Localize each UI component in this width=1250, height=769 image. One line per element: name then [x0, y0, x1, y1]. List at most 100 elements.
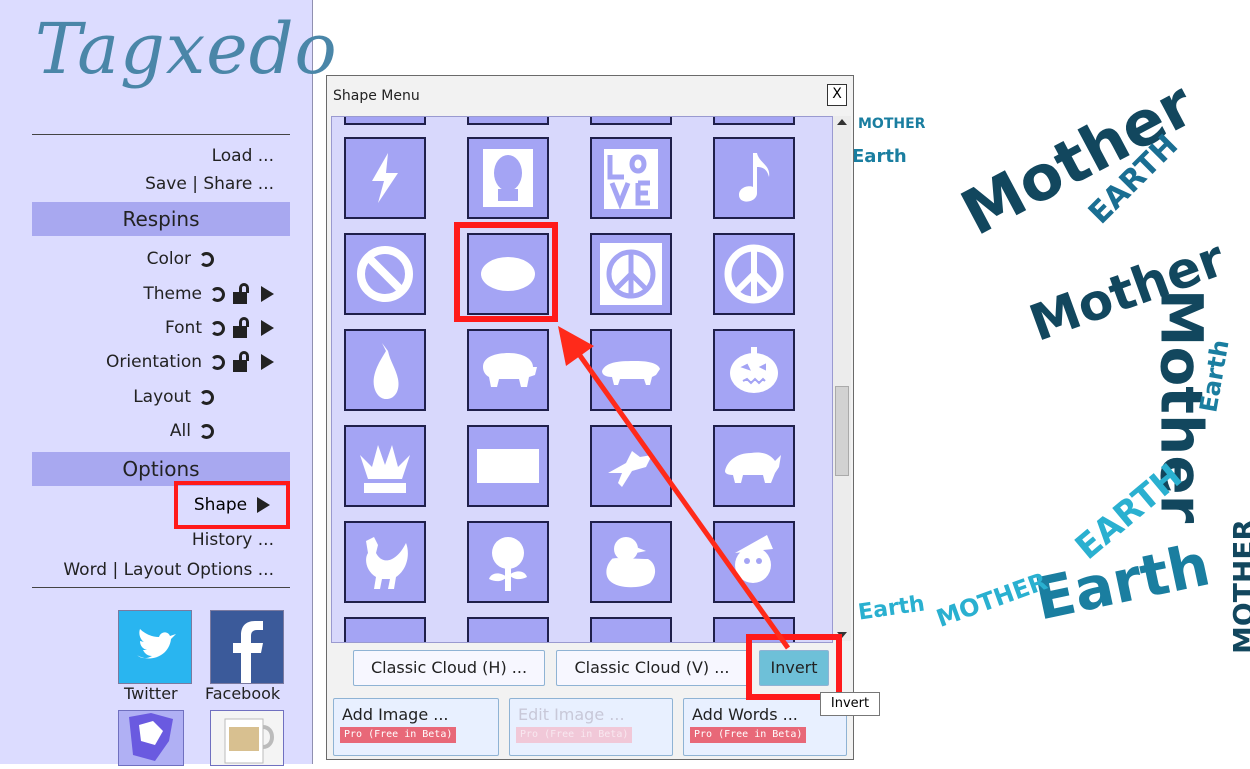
twitter-bird-icon [137, 629, 176, 659]
cloud-word: MOTHER [858, 116, 926, 132]
mug-product-thumbnail[interactable] [210, 710, 284, 766]
peace-circle-icon [724, 244, 784, 304]
scrollbar-thumb[interactable] [835, 386, 849, 476]
rooster-icon [366, 537, 408, 589]
edit-image-label: Edit Image ... [518, 705, 625, 724]
respin-orientation[interactable]: Orientation [106, 349, 274, 375]
shape-tile[interactable] [344, 329, 426, 411]
shape-tile[interactable] [713, 521, 795, 603]
shape-tile[interactable] [713, 329, 795, 411]
divider [32, 134, 290, 135]
dialog-title: Shape Menu [333, 88, 420, 104]
shape-tile[interactable] [713, 233, 795, 315]
respin-icon[interactable] [210, 354, 225, 370]
shape-tile[interactable] [344, 617, 426, 642]
tagxedo-logo: Tagxedo [35, 8, 338, 90]
shape-tile[interactable] [467, 117, 549, 125]
shape-tile[interactable] [713, 425, 795, 507]
classic-cloud-v-button[interactable]: Classic Cloud (V) ... [556, 650, 748, 686]
respin-orientation-label: Orientation [106, 352, 202, 372]
shape-tile[interactable] [590, 137, 672, 219]
history-link[interactable]: History ... [192, 530, 274, 550]
divider [32, 587, 290, 588]
shape-label: Shape [193, 495, 248, 515]
pear-icon [373, 343, 399, 399]
invert-highlight [746, 634, 842, 700]
respin-icon[interactable] [210, 320, 225, 336]
word-layout-options-link[interactable]: Word | Layout Options ... [63, 560, 274, 580]
no-symbol-icon [357, 246, 413, 302]
save-share-link[interactable]: Save | Share ... [145, 174, 274, 194]
respin-icon[interactable] [210, 286, 225, 302]
respin-icon[interactable] [199, 389, 214, 405]
play-arrow-icon[interactable] [261, 320, 274, 336]
shape-grid-scrollbar[interactable] [833, 116, 851, 641]
facebook-label: Facebook [205, 684, 281, 703]
scroll-up-arrow-icon[interactable] [837, 119, 847, 125]
pro-badge: Pro (Free in Beta) [690, 727, 807, 743]
unlock-icon[interactable] [233, 283, 253, 305]
respin-color-label: Color [146, 249, 191, 269]
left-sidebar: Tagxedo Load ... Save | Share ... Respin… [0, 0, 337, 766]
respin-color[interactable]: Color [147, 246, 214, 272]
unlock-icon[interactable] [233, 351, 253, 373]
add-image-button[interactable]: Add Image ... Pro (Free in Beta) [333, 698, 499, 756]
play-arrow-icon[interactable] [257, 497, 271, 513]
shape-tile[interactable] [590, 521, 672, 603]
shape-tile[interactable] [713, 117, 795, 125]
lightning-icon [372, 153, 398, 203]
shape-tile[interactable] [590, 233, 672, 315]
shape-tile[interactable] [344, 117, 426, 125]
respin-all[interactable]: All [170, 418, 214, 444]
unlock-icon[interactable] [233, 317, 253, 339]
respin-font-label: Font [164, 318, 202, 338]
respin-icon[interactable] [199, 423, 214, 439]
mug-icon [224, 718, 274, 764]
shape-menu-item[interactable]: Shape [174, 481, 290, 529]
add-words-label: Add Words ... [692, 705, 798, 724]
cloud-word: Earth [1028, 530, 1216, 634]
respin-theme[interactable]: Theme [143, 281, 274, 307]
twitter-button[interactable] [118, 610, 192, 684]
shape-tile[interactable] [467, 425, 549, 507]
facebook-f-icon [233, 621, 263, 683]
shape-tile[interactable] [467, 617, 549, 642]
pro-badge: Pro (Free in Beta) [340, 727, 457, 743]
play-arrow-icon[interactable] [261, 354, 274, 370]
respin-font[interactable]: Font [165, 315, 274, 341]
respin-all-label: All [169, 421, 191, 441]
respin-theme-label: Theme [143, 284, 202, 304]
respin-layout[interactable]: Layout [133, 384, 214, 410]
shape-tile[interactable] [344, 521, 426, 603]
pig-icon [483, 353, 537, 387]
shape-tile[interactable] [344, 233, 426, 315]
shape-tile[interactable] [590, 329, 672, 411]
queen-crown-icon [360, 445, 410, 493]
shape-tile[interactable] [467, 137, 549, 219]
shape-tile[interactable] [590, 617, 672, 642]
love-sculpture-icon [604, 149, 658, 210]
load-link[interactable]: Load ... [212, 146, 274, 166]
music-note-icon [739, 153, 770, 202]
close-button[interactable]: X [827, 84, 847, 106]
classic-cloud-h-button[interactable]: Classic Cloud (H) ... [353, 650, 545, 686]
shape-grid [331, 116, 833, 643]
shape-tile[interactable] [344, 425, 426, 507]
pumpkin-icon [730, 347, 778, 393]
rose-product-thumbnail[interactable] [118, 710, 184, 766]
respin-icon[interactable] [199, 251, 214, 267]
facebook-button[interactable] [210, 610, 284, 684]
cloud-word: Earth [852, 146, 907, 167]
pig-side-icon [602, 361, 660, 385]
shape-tile[interactable] [713, 137, 795, 219]
respins-header: Respins [32, 202, 290, 236]
shape-tile[interactable] [344, 137, 426, 219]
shape-tile[interactable] [467, 329, 549, 411]
cloud-word: Earth [856, 591, 927, 626]
play-arrow-icon[interactable] [261, 286, 274, 302]
add-image-label: Add Image ... [342, 705, 449, 724]
shape-tile[interactable] [590, 425, 672, 507]
shape-tile[interactable] [467, 521, 549, 603]
rhino-icon [725, 452, 781, 483]
shape-tile[interactable] [590, 117, 672, 125]
